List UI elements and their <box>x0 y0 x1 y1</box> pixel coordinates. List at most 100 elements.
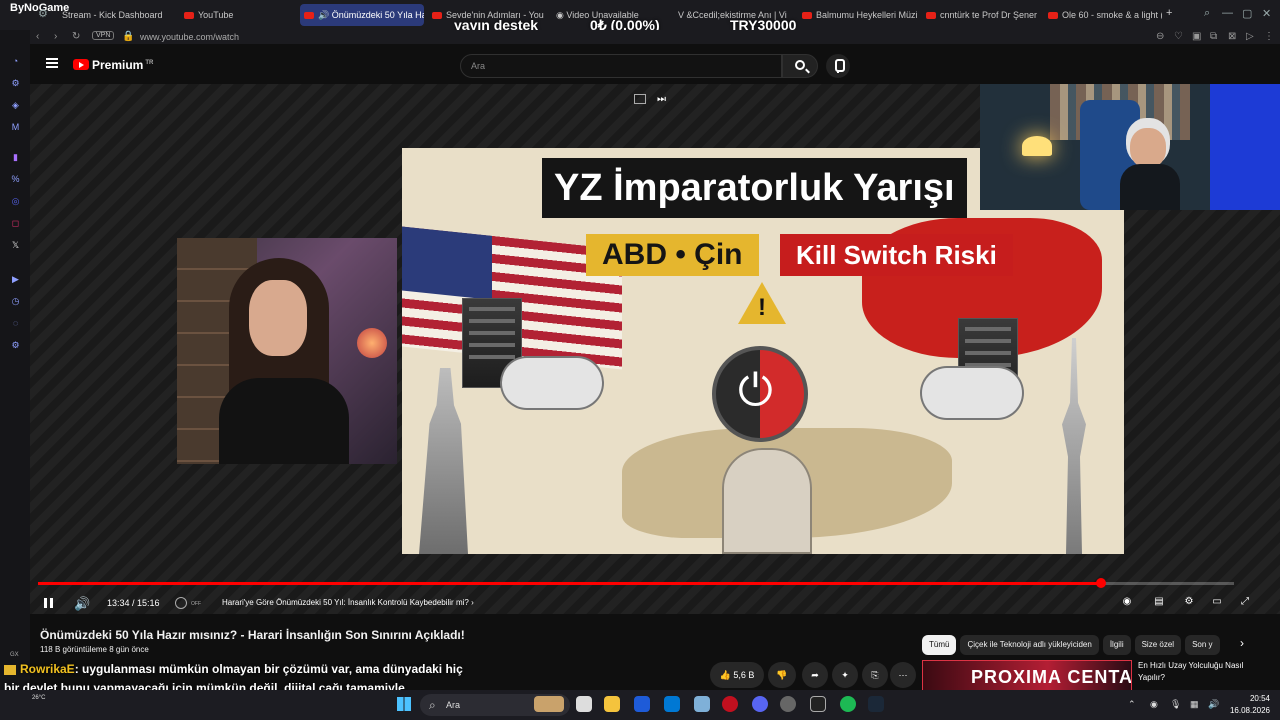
minimize-icon[interactable]: — <box>1222 7 1233 19</box>
menu-dots-icon[interactable]: ⋮ <box>1264 30 1274 44</box>
messenger-icon[interactable]: M <box>10 122 21 133</box>
search-input[interactable] <box>460 54 782 78</box>
fullscreen-icon[interactable]: ⤢ <box>1238 596 1252 608</box>
autoplay-switch-icon[interactable]: ◉ <box>1120 596 1134 608</box>
tab-kick-dashboard[interactable]: Stream - Kick Dashboard <box>58 4 176 26</box>
recommended-video-thumbnail[interactable]: PROXIMA CENTAURI <box>922 660 1132 694</box>
workspace-icon[interactable]: ⚙ <box>38 7 48 20</box>
file-explorer-icon[interactable] <box>604 696 620 712</box>
share-button[interactable]: ➦ <box>802 662 828 688</box>
tray-volume-icon[interactable]: 🔊 <box>1208 699 1219 710</box>
twitch-icon[interactable]: ▮ <box>10 152 21 163</box>
vpn-badge[interactable]: VPN <box>92 31 115 40</box>
subtitles-icon[interactable]: ▤ <box>1152 596 1166 608</box>
reload-icon[interactable]: ↻ <box>72 30 80 44</box>
history-icon[interactable]: ◷ <box>10 296 21 307</box>
seek-bar[interactable] <box>38 578 1234 588</box>
tab-active-video[interactable]: 🔊 Önümüzdeki 50 Yıla Ha <box>300 4 424 26</box>
forward-icon[interactable]: › <box>54 30 57 44</box>
extensions-icon[interactable]: ⧉ <box>1210 30 1217 44</box>
weather-widget[interactable]: 26°C <box>32 695 45 701</box>
tab-balmumu[interactable]: Balmumu Heykelleri Müzi <box>798 4 918 26</box>
search-tabs-icon[interactable]: ⌕ <box>1204 7 1210 20</box>
tab-label: Stream - Kick Dashboard <box>62 10 163 20</box>
autoplay-toggle[interactable] <box>175 597 187 609</box>
tab-youtube[interactable]: YouTube <box>180 4 296 26</box>
chip-for-you[interactable]: Size özel <box>1134 635 1182 655</box>
zoom-icon[interactable]: ⊖ <box>1156 30 1164 44</box>
opera-gx-icon[interactable] <box>722 696 738 712</box>
voice-search-button[interactable] <box>826 54 850 78</box>
settings-gear-icon[interactable]: ⚙ <box>1182 596 1196 608</box>
chat-icon[interactable]: ◌ <box>10 318 21 329</box>
obs-icon[interactable] <box>780 696 796 712</box>
widgets-icon[interactable] <box>534 696 564 712</box>
hamburger-menu-icon[interactable] <box>46 58 58 68</box>
pause-button[interactable] <box>44 598 53 608</box>
chips-next-icon[interactable]: › <box>1240 636 1244 650</box>
chapter-title[interactable]: Harari'ye Göre Önümüzdeki 50 Yıl: İnsanl… <box>222 598 474 607</box>
gx-control-icon[interactable]: ⚙ <box>10 78 21 89</box>
save-button[interactable]: ⎘ <box>862 662 888 688</box>
tab-cnnturk[interactable]: cnntürk te Prof Dr Şener <box>922 4 1040 26</box>
tray-mic-icon[interactable]: 🎙 <box>1170 699 1181 710</box>
photos-icon[interactable] <box>694 696 710 712</box>
task-view-icon[interactable] <box>576 696 592 712</box>
tray-network-icon[interactable]: ▦ <box>1190 699 1199 710</box>
like-count: 5,6 B <box>733 670 755 680</box>
chip-recent[interactable]: Son y <box>1185 635 1220 655</box>
clock-time: 20:54 <box>1249 694 1270 703</box>
screenshot-icon[interactable]: ▣ <box>1192 30 1201 44</box>
dislike-button[interactable]: 👎 <box>768 662 796 688</box>
instagram-icon[interactable]: ◻ <box>10 218 21 229</box>
theater-mode-icon[interactable]: ▭ <box>1210 596 1224 608</box>
like-button[interactable]: 👍 5,6 B <box>710 662 764 688</box>
player-icon[interactable]: ▶ <box>10 274 21 285</box>
volume-icon[interactable]: 🔊 <box>74 596 90 612</box>
search-button[interactable] <box>782 54 818 78</box>
more-actions-button[interactable]: ⋯ <box>890 662 916 688</box>
chip-uploader[interactable]: Çiçek ile Teknoloji adlı yükleyiciden <box>960 635 1099 655</box>
tab-label: YouTube <box>198 10 234 20</box>
lock-icon[interactable]: 🔒 <box>122 30 134 44</box>
play-icon[interactable]: ▷ <box>1246 30 1254 44</box>
miniplayer-icon[interactable] <box>634 94 646 104</box>
next-video-icon[interactable]: ⏭ <box>657 94 666 105</box>
youtube-logo-icon[interactable] <box>73 59 89 70</box>
close-icon[interactable]: ✕ <box>1262 7 1271 20</box>
new-tab-button[interactable]: + <box>1166 7 1172 19</box>
outlook-icon[interactable] <box>664 696 680 712</box>
url-field[interactable]: www.youtube.com/watch <box>140 30 239 44</box>
wallet-icon[interactable]: ⊠ <box>1228 30 1236 44</box>
chip-all[interactable]: Tümü <box>922 635 957 655</box>
tray-overflow-icon[interactable]: ⌃ <box>1128 699 1136 710</box>
x-icon[interactable]: 𝕏 <box>10 240 21 251</box>
steam-icon[interactable] <box>868 696 884 712</box>
seek-bar-handle[interactable] <box>1095 578 1106 588</box>
windows-start-icon[interactable] <box>397 697 411 711</box>
tray-app-icon[interactable]: ◉ <box>1150 699 1158 710</box>
epic-games-icon[interactable] <box>810 696 826 712</box>
bookmark-icon[interactable]: ♡ <box>1174 30 1183 44</box>
discord-icon[interactable]: ◎ <box>10 196 21 207</box>
ea-app-icon[interactable] <box>634 696 650 712</box>
youtube-premium-brand[interactable]: Premium TR <box>92 58 153 72</box>
back-icon[interactable]: ‹ <box>36 30 39 44</box>
spotify-icon[interactable] <box>840 696 856 712</box>
browser-sidebar: ◔ ⚙ ◈ M ▮ % ◎ ◻ 𝕏 ▶ ◷ ◌ ⚙ <box>0 30 30 690</box>
discord-taskbar-icon[interactable] <box>752 696 768 712</box>
gx-corner-icon[interactable]: ◈ <box>10 100 21 111</box>
video-player[interactable]: ⏭ ★ ★ ★ YZ İmparatorluk Yarışı ABD • Çin… <box>30 84 1280 614</box>
chapter-label: Harari'ye Göre Önümüzdeki 50 Yıl: İnsanl… <box>222 598 469 607</box>
search-icon <box>795 60 805 70</box>
address-bar: ‹ › ↻ VPN 🔒 www.youtube.com/watch ⊖ ♡ ▣ … <box>30 30 1280 44</box>
settings-icon[interactable]: ⚙ <box>10 340 21 351</box>
chip-related[interactable]: İlgili <box>1102 635 1131 655</box>
maximize-icon[interactable]: ▢ <box>1242 7 1252 20</box>
taskbar-clock[interactable]: 20:54 16.08.2026 <box>1230 693 1270 717</box>
tab-ole60[interactable]: Ole 60 - smoke & a light ( <box>1044 4 1162 26</box>
speed-dial-icon[interactable]: ◔ <box>10 56 21 67</box>
percent-icon[interactable]: % <box>10 174 21 185</box>
recommended-video-title[interactable]: En Hızlı Uzay Yolculuğu Nasıl Yapılır? <box>1138 660 1268 684</box>
ask-button[interactable]: ✦ <box>832 662 858 688</box>
